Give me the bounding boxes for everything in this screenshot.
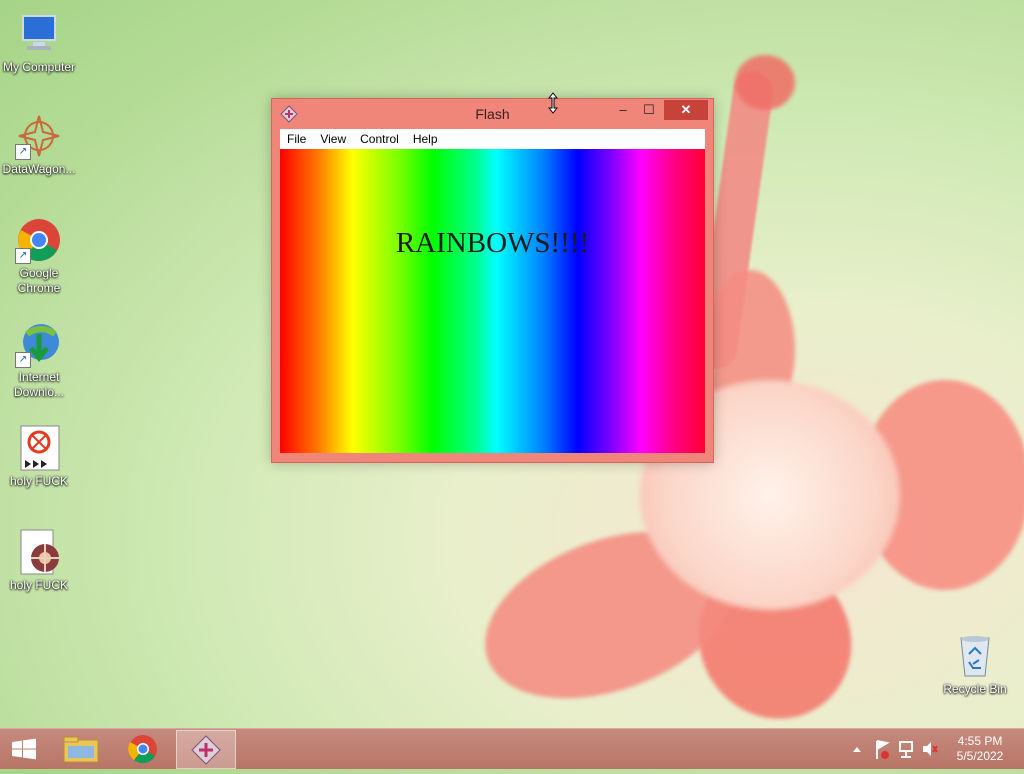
show-hidden-icons-button[interactable] — [850, 729, 864, 769]
maximize-button[interactable]: ☐ — [636, 100, 662, 120]
shortcut-arrow-icon: ↗ — [15, 248, 31, 264]
folder-icon — [63, 736, 99, 763]
idm-icon: ↗ — [15, 320, 63, 368]
shortcut-arrow-icon: ↗ — [15, 144, 31, 160]
recycle-bin-icon — [951, 632, 999, 680]
taskbar-file-explorer[interactable] — [52, 730, 110, 767]
desktop-icon-label: DataWagon... — [2, 162, 76, 176]
start-button[interactable] — [0, 729, 48, 769]
flash-icon — [191, 735, 221, 765]
datawagon-icon: ↗ — [15, 112, 63, 160]
desktop-icon-holy-fuck-media[interactable]: holy FUCK — [0, 528, 81, 593]
desktop-icon-my-computer[interactable]: My Computer — [0, 10, 81, 75]
desktop-icon-label: My Computer — [2, 60, 76, 74]
clock-time: 4:55 PM — [957, 734, 1003, 748]
resize-cursor-icon — [547, 92, 559, 114]
minimize-button[interactable]: – — [610, 100, 636, 120]
taskbar: 4:55 PM 5/5/2022 — [0, 728, 1024, 769]
action-center-icon[interactable] — [873, 729, 891, 769]
chrome-icon — [128, 735, 157, 764]
menu-view[interactable]: View — [313, 129, 353, 149]
window-titlebar[interactable]: Flash – ☐ ✕ — [272, 99, 713, 129]
clock-date: 5/5/2022 — [956, 749, 1004, 763]
desktop-icon-internet-download-manager[interactable]: ↗ Internet Downlo... — [0, 320, 81, 400]
desktop-icon-datawagon[interactable]: ↗ DataWagon... — [0, 112, 81, 177]
desktop-icon-google-chrome[interactable]: ↗ Google Chrome — [0, 216, 81, 296]
computer-icon — [15, 10, 63, 58]
desktop-icon-label: Internet Downlo... — [13, 370, 65, 399]
flash-window[interactable]: Flash – ☐ ✕ File View Control Help RAINBOWS… — [271, 98, 714, 463]
volume-muted-icon[interactable] — [920, 729, 938, 769]
menu-help[interactable]: Help — [406, 129, 445, 149]
desktop-icon-label: Recycle Bin — [943, 682, 1007, 696]
flash-content-area[interactable]: RAINBOWS!!!! — [280, 149, 705, 453]
flash-file-icon — [15, 424, 63, 472]
menu-control[interactable]: Control — [353, 129, 406, 149]
chrome-icon: ↗ — [15, 216, 63, 264]
shortcut-arrow-icon: ↗ — [15, 352, 31, 368]
close-button[interactable]: ✕ — [664, 100, 708, 120]
chevron-up-icon — [853, 747, 861, 752]
desktop-icon-label: Google Chrome — [17, 266, 61, 295]
desktop-icon-holy-fuck-swf[interactable]: holy FUCK — [0, 424, 81, 489]
desktop-icon-label: holy FUCK — [9, 474, 68, 488]
network-icon[interactable] — [897, 729, 915, 769]
windows-logo-icon — [12, 738, 36, 760]
taskbar-chrome[interactable] — [114, 730, 172, 767]
system-clock[interactable]: 4:55 PM 5/5/2022 — [944, 734, 1016, 764]
menu-file[interactable]: File — [280, 129, 313, 149]
menu-bar: File View Control Help — [280, 129, 705, 149]
rainbows-text: RAINBOWS!!!! — [395, 227, 590, 259]
desktop-icon-recycle-bin[interactable]: Recycle Bin — [933, 632, 1017, 697]
taskbar-flash-player[interactable] — [176, 730, 236, 769]
desktop-icon-label: holy FUCK — [9, 578, 68, 592]
media-file-icon — [15, 528, 63, 576]
